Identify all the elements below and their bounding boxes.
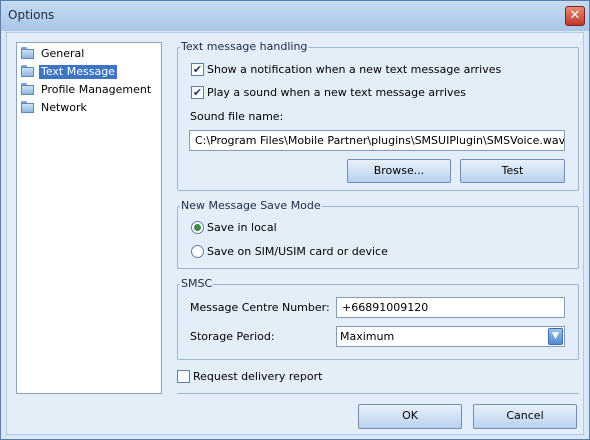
tree-item-text-message[interactable]: Text Message (21, 64, 117, 80)
close-button[interactable]: ✕ (565, 6, 585, 26)
centre-number-input[interactable]: +66891009120 (336, 297, 565, 318)
cancel-button-label: Cancel (506, 409, 544, 422)
title-bar[interactable]: Options ✕ (1, 1, 589, 31)
text-handling-group: Text message handling ✔ Show a notificat… (177, 41, 579, 191)
tree-item-network[interactable]: Network (21, 100, 89, 116)
checkbox-label: Request delivery report (193, 370, 323, 383)
dialog-body: General Text Message Profile Management … (6, 32, 584, 435)
options-tree: General Text Message Profile Management … (16, 42, 162, 394)
group-title: New Message Save Mode (180, 199, 322, 212)
save-mode-group: New Message Save Mode Save in local Save… (177, 200, 579, 269)
tree-item-label: Network (41, 101, 87, 114)
play-sound-checkbox[interactable]: ✔ Play a sound when a new text message a… (191, 86, 466, 99)
folder-icon (21, 101, 34, 113)
checkbox-label: Play a sound when a new text message arr… (207, 86, 467, 99)
smsc-group: SMSC Message Centre Number: +66891009120… (177, 278, 579, 360)
window-title: Options (8, 8, 55, 22)
folder-open-icon (21, 65, 34, 77)
group-title: SMSC (180, 277, 214, 290)
centre-number-label: Message Centre Number: (190, 301, 330, 314)
chevron-down-icon[interactable]: ▼ (548, 328, 563, 345)
storage-period-value: Maximum (340, 330, 395, 343)
options-dialog: Options ✕ General Text Message Profile M… (0, 0, 590, 440)
save-sim-radio[interactable]: Save on SIM/USIM card or device (191, 245, 388, 258)
group-title: Text message handling (180, 40, 309, 53)
checkbox-label: Show a notification when a new text mess… (207, 63, 502, 76)
browse-button[interactable]: Browse... (347, 159, 451, 183)
cancel-button[interactable]: Cancel (473, 404, 577, 429)
checkbox-checked-icon: ✔ (191, 86, 204, 99)
show-notification-checkbox[interactable]: ✔ Show a notification when a new text me… (191, 63, 501, 76)
checkbox-checked-icon: ✔ (191, 63, 204, 76)
sound-file-input[interactable]: C:\Program Files\Mobile Partner\plugins\… (189, 130, 565, 151)
test-button-label: Test (501, 164, 524, 177)
delivery-report-checkbox[interactable]: Request delivery report (177, 370, 322, 383)
tree-item-label: General (41, 47, 85, 60)
folder-icon (21, 83, 34, 95)
checkbox-unchecked-icon (177, 370, 190, 383)
ok-button-label: OK (402, 409, 418, 422)
radio-label: Save on SIM/USIM card or device (207, 245, 388, 258)
storage-period-label: Storage Period: (190, 330, 275, 343)
tree-item-profile-management[interactable]: Profile Management (21, 82, 153, 98)
folder-icon (21, 47, 34, 59)
tree-item-label: Text Message (39, 65, 117, 79)
separator (177, 393, 579, 394)
radio-unselected-icon (191, 245, 204, 258)
radio-selected-icon (191, 221, 204, 234)
sound-file-label: Sound file name: (190, 110, 284, 123)
tree-item-general[interactable]: General (21, 46, 86, 62)
test-button[interactable]: Test (460, 159, 565, 183)
close-icon: ✕ (569, 8, 581, 23)
ok-button[interactable]: OK (358, 404, 462, 429)
browse-button-label: Browse... (373, 164, 425, 177)
tree-item-label: Profile Management (41, 83, 152, 96)
radio-label: Save in local (207, 221, 277, 234)
save-local-radio[interactable]: Save in local (191, 221, 277, 234)
storage-period-select[interactable]: Maximum ▼ (336, 326, 565, 347)
